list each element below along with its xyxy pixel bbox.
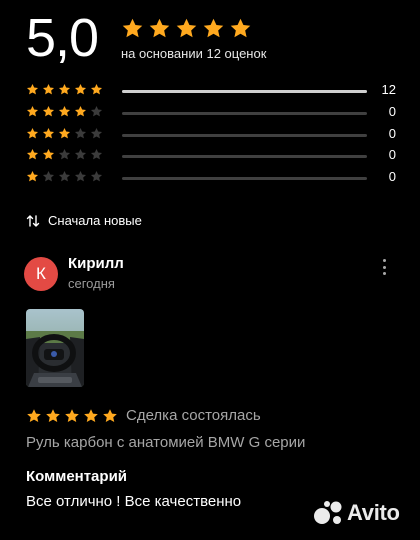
star-empty-icon xyxy=(90,105,103,117)
star-filled-icon xyxy=(27,409,41,423)
star-empty-icon xyxy=(58,148,71,160)
star-filled-icon xyxy=(65,409,79,423)
reviewer-name[interactable]: Кирилл xyxy=(68,255,124,273)
more-options-icon[interactable] xyxy=(376,258,392,276)
star-filled-icon xyxy=(90,83,103,95)
comment-text: Все отлично ! Все качественно xyxy=(26,493,242,510)
star-empty-icon xyxy=(74,170,87,182)
star-filled-icon xyxy=(46,409,60,423)
rating-row-2-stars[interactable]: 0 xyxy=(26,147,396,164)
rating-row-4-stars[interactable]: 0 xyxy=(26,104,396,121)
ratings-count-caption: на основании 12 оценок xyxy=(121,46,267,61)
rating-row-bar xyxy=(122,177,367,180)
rating-row-stars xyxy=(26,105,103,118)
review-rating-stars xyxy=(26,408,118,424)
comment-heading: Комментарий xyxy=(26,468,128,485)
reviewer-avatar[interactable]: К xyxy=(24,257,58,291)
rating-row-count: 0 xyxy=(388,104,396,119)
sort-button[interactable]: Сначала новые xyxy=(26,213,142,228)
rating-row-bar xyxy=(122,134,367,137)
star-empty-icon xyxy=(42,170,55,182)
star-filled-icon xyxy=(42,83,55,95)
star-filled-icon xyxy=(26,83,39,95)
star-filled-icon xyxy=(230,18,251,38)
avito-logo: Avito xyxy=(313,500,400,526)
average-rating-stars xyxy=(121,17,252,40)
star-empty-icon xyxy=(74,127,87,139)
star-empty-icon xyxy=(74,148,87,160)
star-empty-icon xyxy=(90,148,103,160)
rating-row-count: 0 xyxy=(388,169,396,184)
rating-row-count: 12 xyxy=(381,82,396,97)
rating-row-bar xyxy=(122,112,367,115)
average-rating: 5,0 xyxy=(26,8,99,68)
deal-status: Сделка состоялась xyxy=(126,407,261,424)
star-filled-icon xyxy=(149,18,170,38)
rating-row-bar xyxy=(122,155,367,158)
star-filled-icon xyxy=(122,18,143,38)
star-filled-icon xyxy=(42,127,55,139)
star-filled-icon xyxy=(74,105,87,117)
star-empty-icon xyxy=(58,170,71,182)
rating-row-bar xyxy=(122,90,367,93)
rating-row-stars xyxy=(26,148,103,161)
star-filled-icon xyxy=(58,83,71,95)
review-photo[interactable] xyxy=(26,309,84,387)
star-filled-icon xyxy=(26,148,39,160)
rating-row-1-star[interactable]: 0 xyxy=(26,169,396,186)
star-filled-icon xyxy=(58,127,71,139)
star-filled-icon xyxy=(103,409,117,423)
sort-label: Сначала новые xyxy=(48,213,142,228)
star-filled-icon xyxy=(26,170,39,182)
star-filled-icon xyxy=(26,105,39,117)
avito-wordmark: Avito xyxy=(347,500,400,525)
star-filled-icon xyxy=(26,127,39,139)
star-empty-icon xyxy=(90,170,103,182)
steering-wheel-photo-icon xyxy=(26,309,84,387)
rating-row-bar-fill xyxy=(122,90,367,93)
star-filled-icon xyxy=(74,83,87,95)
star-filled-icon xyxy=(58,105,71,117)
rating-row-count: 0 xyxy=(388,126,396,141)
sort-arrows-icon xyxy=(26,214,40,228)
star-filled-icon xyxy=(84,409,98,423)
product-name[interactable]: Руль карбон с анатомией BMW G серии xyxy=(26,434,305,452)
star-filled-icon xyxy=(42,105,55,117)
rating-row-3-stars[interactable]: 0 xyxy=(26,126,396,143)
rating-row-stars xyxy=(26,170,103,183)
review-date: сегодня xyxy=(68,276,115,291)
rating-row-stars xyxy=(26,127,103,140)
star-filled-icon xyxy=(203,18,224,38)
star-filled-icon xyxy=(176,18,197,38)
avito-dots-icon xyxy=(314,501,342,524)
star-filled-icon xyxy=(42,148,55,160)
rating-row-5-stars[interactable]: 12 xyxy=(26,82,396,99)
star-empty-icon xyxy=(90,127,103,139)
rating-row-count: 0 xyxy=(388,147,396,162)
rating-row-stars xyxy=(26,83,103,96)
